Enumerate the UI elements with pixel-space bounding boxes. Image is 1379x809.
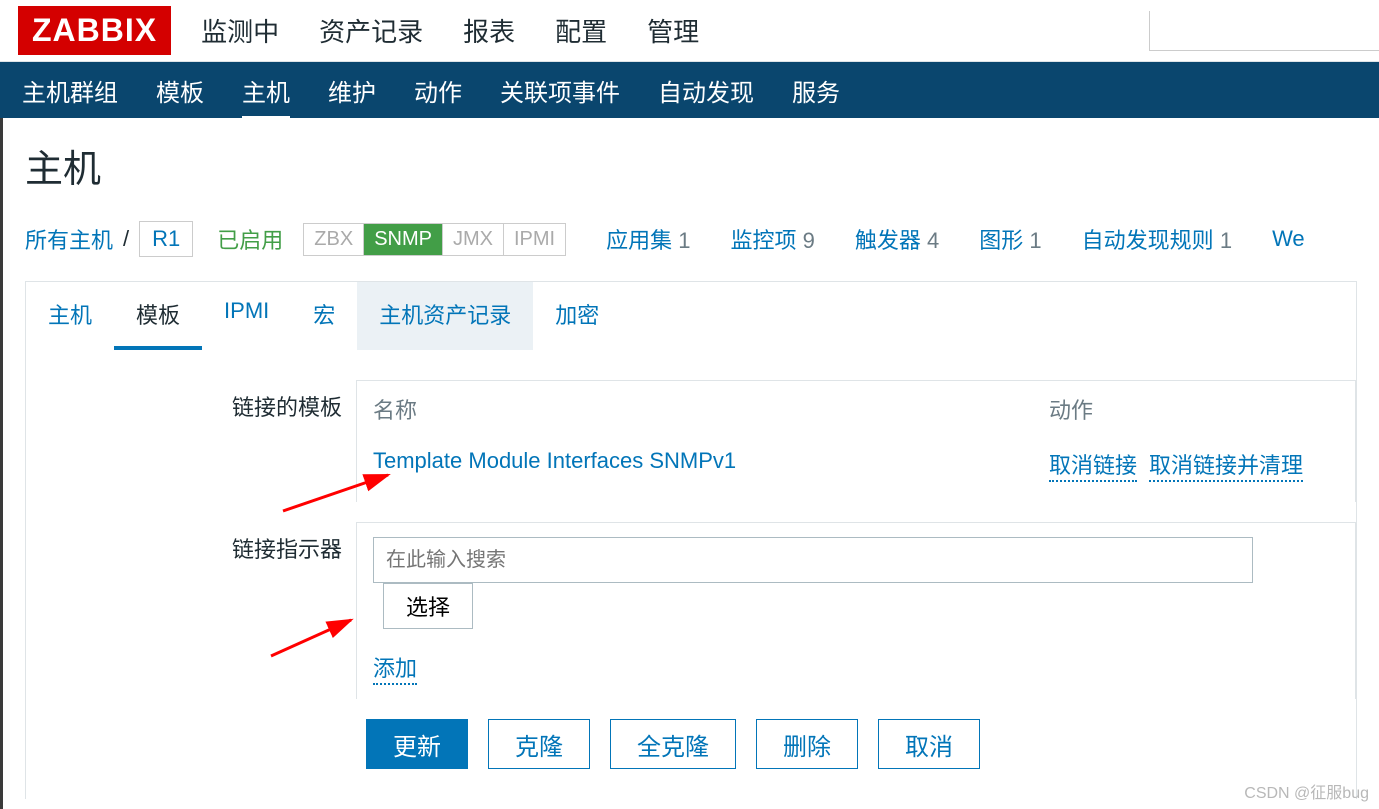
link-indicator-label: 链接指示器 [26, 522, 356, 564]
page-title: 主机 [25, 138, 1357, 193]
proto-zbx: ZBX [304, 224, 364, 255]
subnav-hosts[interactable]: 主机 [242, 61, 290, 120]
subnav-actions[interactable]: 动作 [414, 61, 462, 120]
topnav-administration[interactable]: 管理 [647, 0, 699, 64]
linked-templates-table: 名称 动作 Template Module Interfaces SNMPv1 … [356, 380, 1356, 502]
update-button[interactable]: 更新 [366, 719, 468, 769]
select-button[interactable]: 选择 [383, 583, 473, 629]
subnav-discovery[interactable]: 自动发现 [658, 61, 754, 120]
full-clone-button[interactable]: 全克隆 [610, 719, 736, 769]
subnav-hostgroups[interactable]: 主机群组 [22, 61, 118, 120]
add-link[interactable]: 添加 [373, 651, 417, 685]
unlink-clear-action[interactable]: 取消链接并清理 [1149, 448, 1303, 482]
form-area: 链接的模板 名称 动作 Template Module Interfaces S… [26, 350, 1356, 799]
topnav-configuration[interactable]: 配置 [555, 0, 607, 64]
tab-templates[interactable]: 模板 [114, 282, 202, 350]
button-row: 更新 克隆 全克隆 删除 取消 [366, 719, 1356, 769]
tab-inventory[interactable]: 主机资产记录 [357, 282, 533, 350]
link-indicator-box: 选择 添加 [356, 522, 1356, 699]
subnav-correlation[interactable]: 关联项事件 [500, 61, 620, 120]
proto-snmp: SNMP [364, 224, 443, 255]
host-filter-row: 所有主机 / R1 已启用 ZBX SNMP JMX IPMI 应用集 1 监控… [25, 221, 1357, 257]
proto-jmx: JMX [443, 224, 504, 255]
col-action: 动作 [1049, 393, 1339, 425]
sub-nav: 主机群组 模板 主机 维护 动作 关联项事件 自动发现 服务 [0, 62, 1379, 118]
stat-discovery-rules[interactable]: 自动发现规则 1 [1082, 223, 1232, 255]
breadcrumb-all-hosts[interactable]: 所有主机 [25, 223, 113, 255]
top-nav: 监测中 资产记录 报表 配置 管理 [201, 0, 699, 64]
topnav-monitoring[interactable]: 监测中 [201, 0, 279, 64]
cancel-button[interactable]: 取消 [878, 719, 980, 769]
tab-host[interactable]: 主机 [26, 282, 114, 350]
top-bar: ZABBIX 监测中 资产记录 报表 配置 管理 [0, 0, 1379, 62]
stat-applications[interactable]: 应用集 1 [606, 223, 690, 255]
watermark: CSDN @征服bug [1244, 779, 1369, 803]
breadcrumb-host[interactable]: R1 [139, 221, 193, 257]
topnav-reports[interactable]: 报表 [463, 0, 515, 64]
stat-triggers[interactable]: 触发器 4 [855, 223, 939, 255]
status-enabled[interactable]: 已启用 [217, 223, 283, 255]
topnav-inventory[interactable]: 资产记录 [319, 0, 423, 64]
subnav-templates[interactable]: 模板 [156, 61, 204, 120]
logo: ZABBIX [18, 6, 171, 55]
tab-panel: 主机 模板 IPMI 宏 主机资产记录 加密 链接的模板 名称 动作 Templ… [25, 281, 1357, 799]
subnav-maintenance[interactable]: 维护 [328, 61, 376, 120]
template-link[interactable]: Template Module Interfaces SNMPv1 [373, 448, 1049, 482]
linked-templates-label: 链接的模板 [26, 380, 356, 422]
unlink-action[interactable]: 取消链接 [1049, 448, 1137, 482]
clone-button[interactable]: 克隆 [488, 719, 590, 769]
subnav-services[interactable]: 服务 [792, 61, 840, 120]
tab-encryption[interactable]: 加密 [533, 282, 621, 350]
protocol-badges: ZBX SNMP JMX IPMI [303, 223, 566, 256]
breadcrumb-separator: / [123, 226, 129, 252]
proto-ipmi: IPMI [504, 224, 565, 255]
stat-graphs[interactable]: 图形 1 [979, 223, 1041, 255]
tab-macros[interactable]: 宏 [291, 282, 357, 350]
tab-ipmi[interactable]: IPMI [202, 282, 291, 350]
stat-web[interactable]: We [1272, 226, 1305, 252]
tabs: 主机 模板 IPMI 宏 主机资产记录 加密 [26, 282, 1356, 350]
stat-items[interactable]: 监控项 9 [731, 223, 815, 255]
global-search-input[interactable] [1149, 11, 1379, 51]
col-name: 名称 [373, 393, 1049, 425]
delete-button[interactable]: 删除 [756, 719, 858, 769]
content: 主机 所有主机 / R1 已启用 ZBX SNMP JMX IPMI 应用集 1… [0, 118, 1379, 809]
template-search-input[interactable] [373, 537, 1253, 583]
